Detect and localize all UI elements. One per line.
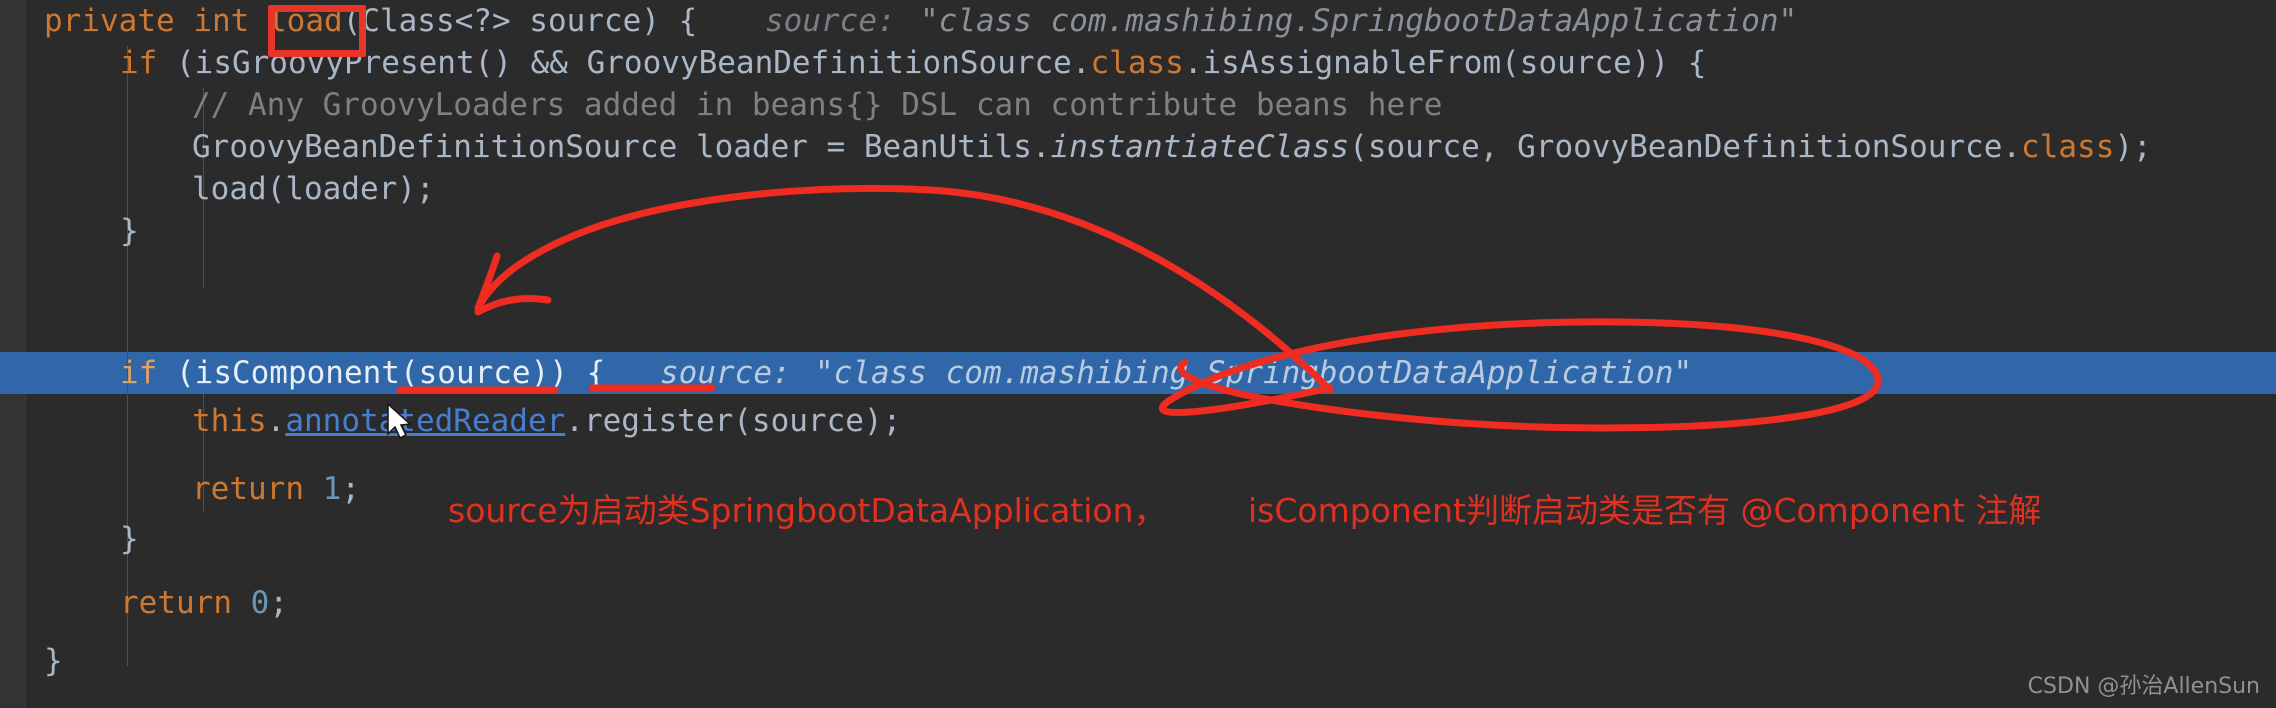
code-line-9[interactable]: return 1;: [192, 468, 360, 510]
code-lines: private int load(Class<?> source) { sour…: [0, 0, 2276, 708]
annotation-text-part2: isComponent判断启动类是否有 @Component 注解: [1248, 484, 2042, 532]
annotation-part2-label: isComponent判断启动类是否有 @Component 注解: [1248, 491, 2042, 530]
annotation-text-part1: source为启动类SpringbootDataApplication，: [448, 484, 1167, 532]
code-line-1[interactable]: private int load(Class<?> source) {: [44, 0, 697, 42]
code-line-10[interactable]: }: [120, 518, 139, 560]
keyword-if: if: [120, 45, 158, 81]
hint-label-source-2: source:: [660, 355, 791, 391]
method-name-load[interactable]: load: [268, 3, 343, 39]
keyword-return-2: return: [120, 585, 232, 621]
inline-hint-line-1: source:: [765, 0, 896, 42]
inline-hint-value-line-1: "class com.mashibing.SpringbootDataAppli…: [920, 0, 1797, 42]
register-call: .register(source);: [565, 403, 902, 439]
keyword-this: this: [192, 403, 267, 439]
statement-text-c: );: [2114, 129, 2152, 165]
watermark-label: CSDN @孙治AllenSun: [2027, 674, 2260, 699]
closing-brace-method: }: [44, 643, 63, 679]
csdn-watermark: CSDN @孙治AllenSun: [2028, 668, 2260, 700]
line-comment-groovyloaders: // Any GroovyLoaders added in beans{} DS…: [192, 87, 1443, 123]
semicolon: ;: [341, 471, 360, 507]
condition-text-a: (isGroovyPresent() && GroovyBeanDefiniti…: [157, 45, 1091, 81]
condition-text-b: .isAssignableFrom(source)) {: [1183, 45, 1707, 81]
statement-load-loader: load(loader);: [192, 171, 435, 207]
method-signature: (Class<?> source) {: [342, 3, 698, 39]
closing-brace-2: }: [120, 521, 139, 557]
keyword-private: private: [44, 3, 175, 39]
return-value-0: 0: [250, 585, 270, 621]
code-line-12[interactable]: }: [44, 640, 63, 682]
keyword-int: int: [193, 3, 250, 39]
code-line-2[interactable]: if (isGroovyPresent() && GroovyBeanDefin…: [120, 42, 1706, 84]
hint-label-source: source:: [765, 3, 896, 39]
code-line-4[interactable]: GroovyBeanDefinitionSource loader = Bean…: [192, 126, 2152, 168]
keyword-class-2: class: [2021, 129, 2115, 165]
code-line-6[interactable]: }: [120, 210, 139, 252]
field-annotatedreader[interactable]: annotatedReader: [285, 403, 565, 439]
code-line-8[interactable]: this.annotatedReader.register(source);: [192, 400, 901, 442]
code-editor-view[interactable]: private int load(Class<?> source) { sour…: [0, 0, 2276, 708]
keyword-return-1: return: [192, 471, 304, 507]
code-line-11[interactable]: return 0;: [120, 582, 288, 624]
annotation-part1-label: source为启动类SpringbootDataApplication，: [448, 491, 1167, 530]
inline-hint-line-7: source:: [660, 352, 791, 394]
code-line-3[interactable]: // Any GroovyLoaders added in beans{} DS…: [192, 84, 1442, 126]
hint-value-source-class-2: "class com.mashibing.SpringbootDataAppli…: [815, 355, 1693, 391]
statement-text-b: (source, GroovyBeanDefinitionSource.: [1349, 129, 2022, 165]
dot-operator: .: [266, 403, 286, 439]
keyword-if-2: if: [120, 355, 158, 391]
return-value-1: 1: [322, 471, 342, 507]
inline-hint-value-line-7: "class com.mashibing.SpringbootDataAppli…: [815, 352, 1692, 394]
semicolon-2: ;: [269, 585, 288, 621]
closing-brace-1: }: [120, 213, 139, 249]
code-line-7[interactable]: if (isComponent(source)) {: [120, 352, 605, 394]
keyword-class: class: [1090, 45, 1184, 81]
statement-text-a: GroovyBeanDefinitionSource loader = Bean…: [192, 129, 1051, 165]
static-method-instantiateclass: instantiateClass: [1050, 129, 1350, 165]
code-line-5[interactable]: load(loader);: [192, 168, 435, 210]
hint-value-source-class: "class com.mashibing.SpringbootDataAppli…: [920, 3, 1798, 39]
condition-iscomponent: (isComponent(source)) {: [157, 355, 606, 391]
